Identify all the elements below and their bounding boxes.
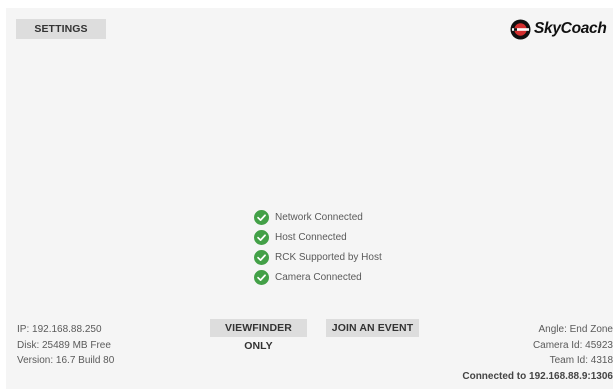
status-rck: RCK Supported by Host xyxy=(254,248,382,266)
disk-free: Disk: 25489 MB Free xyxy=(17,339,111,351)
status-camera-label: Camera Connected xyxy=(275,271,362,283)
status-host-label: Host Connected xyxy=(275,231,347,243)
status-network-label: Network Connected xyxy=(275,211,363,223)
skycoach-logo: SkyCoach xyxy=(510,17,607,41)
camera-info: Angle: End Zone Camera Id: 45923 Team Id… xyxy=(462,322,613,384)
version-info: Version: 16.7 Build 80 xyxy=(17,355,115,366)
join-event-button[interactable]: JOIN AN EVENT xyxy=(326,319,419,337)
status-camera: Camera Connected xyxy=(254,268,362,286)
angle-info: Angle: End Zone xyxy=(538,324,613,335)
check-circle-icon xyxy=(254,269,269,285)
team-id: Team Id: 4318 xyxy=(549,355,613,366)
check-circle-icon xyxy=(254,229,269,245)
ip-address: IP: 192.168.88.250 xyxy=(17,324,102,335)
connection-status: Connected to 192.168.88.9:1306 xyxy=(462,370,613,382)
check-circle-icon xyxy=(254,209,269,225)
viewfinder-only-button[interactable]: VIEWFINDER ONLY xyxy=(210,319,307,352)
camera-id: Camera Id: 45923 xyxy=(532,339,613,351)
device-info: IP: 192.168.88.250 Disk: 25489 MB Free V… xyxy=(17,322,114,369)
status-host: Host Connected xyxy=(254,228,347,246)
status-rck-label: RCK Supported by Host xyxy=(275,251,382,263)
settings-button[interactable]: SETTINGS xyxy=(16,19,106,39)
status-network: Network Connected xyxy=(254,208,363,226)
skycoach-logo-icon xyxy=(510,19,531,39)
check-circle-icon xyxy=(254,249,269,265)
brand-name: SkyCoach xyxy=(534,20,607,37)
